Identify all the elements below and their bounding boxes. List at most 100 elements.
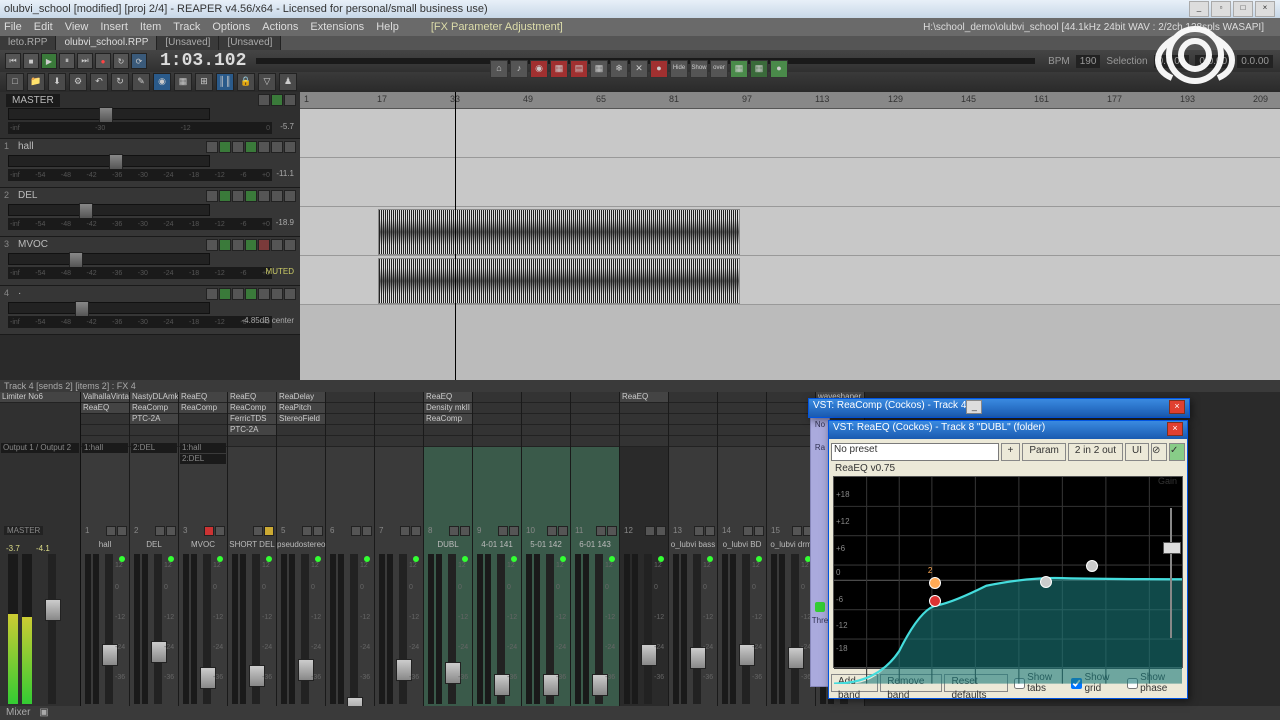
tb2-home-icon[interactable]: ⌂ xyxy=(490,60,508,78)
fx-slot[interactable]: PTC-2A xyxy=(130,414,178,425)
ch-rec-button[interactable] xyxy=(253,526,263,536)
fx-slot-empty[interactable] xyxy=(620,436,668,447)
fx-slot[interactable]: ReaPitch xyxy=(277,403,325,414)
track-name[interactable]: MVOC xyxy=(18,239,48,250)
track-solo-button[interactable] xyxy=(271,190,283,202)
fx-slot-empty[interactable] xyxy=(326,392,374,403)
tcp-track-2[interactable]: 2 DEL -inf-54-48-42-36-30-24-18-12-6+0 -… xyxy=(0,188,300,237)
fx-slot[interactable]: StereoField xyxy=(277,414,325,425)
fx-slot[interactable]: ReaEQ xyxy=(424,392,472,403)
fx-slot[interactable]: ReaEQ xyxy=(620,392,668,403)
track-fx-button[interactable] xyxy=(219,239,231,251)
ch-rec-button[interactable] xyxy=(302,526,312,536)
ch-solo-button[interactable] xyxy=(705,526,715,536)
minimize-button[interactable]: _ xyxy=(1189,1,1209,17)
fx-slot-empty[interactable] xyxy=(571,403,619,414)
ch-rec-button[interactable] xyxy=(547,526,557,536)
ch-solo-button[interactable] xyxy=(215,526,225,536)
fx-slot-empty[interactable] xyxy=(522,425,570,436)
fx-slot-empty[interactable] xyxy=(669,436,717,447)
menu-insert[interactable]: Insert xyxy=(100,21,128,33)
tb1-save-icon[interactable]: ⬇ xyxy=(48,73,66,91)
tb2-snow-icon[interactable]: ❄ xyxy=(610,60,628,78)
eq-display[interactable]: 2 +18+12 +60 -6-12 -18 xyxy=(833,476,1183,668)
fx-slot-empty[interactable] xyxy=(571,436,619,447)
track-mute-button[interactable] xyxy=(258,239,270,251)
fx2-ui-button[interactable]: UI xyxy=(1125,443,1149,461)
fx-slot-empty[interactable] xyxy=(424,425,472,436)
fx-slot[interactable]: NastyDLAmkII xyxy=(130,392,178,403)
track-solo-button[interactable] xyxy=(271,141,283,153)
mixer-ch-5[interactable]: ReaDelayReaPitchStereoField 5 pseudoster… xyxy=(277,392,326,720)
fx-slot-empty[interactable] xyxy=(571,425,619,436)
fx-slot-empty[interactable] xyxy=(326,436,374,447)
ch-rec-button[interactable] xyxy=(106,526,116,536)
fx-slot[interactable]: ReaEQ xyxy=(228,392,276,403)
tab-unsaved2[interactable]: [Unsaved] xyxy=(219,36,281,50)
fx-slot[interactable]: ReaComp xyxy=(424,414,472,425)
timeline-ruler[interactable]: 1173349658197113129145161177193209 xyxy=(300,92,1280,109)
menu-track[interactable]: Track xyxy=(173,21,200,33)
ch-solo-button[interactable] xyxy=(166,526,176,536)
ch-name[interactable]: 5-01 142 xyxy=(522,540,570,549)
track-phase-button[interactable] xyxy=(232,190,244,202)
track-mute-button[interactable] xyxy=(258,141,270,153)
ch-solo-button[interactable] xyxy=(313,526,323,536)
track-fx-button[interactable] xyxy=(219,288,231,300)
tcp-track-4[interactable]: 4 · -inf-54-48-42-36-30-24-18-12-6+0 -4.… xyxy=(0,286,300,335)
fx-slot[interactable]: PTC-2A xyxy=(228,425,276,436)
ch-rec-button[interactable] xyxy=(400,526,410,536)
ch-rec-button[interactable] xyxy=(449,526,459,536)
fx-window-reaeq[interactable]: VST: ReaEQ (Cockos) - Track 8 "DUBL" (fo… xyxy=(828,420,1188,699)
track-env-button[interactable] xyxy=(245,190,257,202)
ch-rec-button[interactable] xyxy=(645,526,655,536)
lane-4[interactable] xyxy=(300,256,1280,305)
ch-fader[interactable] xyxy=(399,554,407,704)
eq-band-4[interactable] xyxy=(1086,560,1098,572)
fx-slot-empty[interactable] xyxy=(375,392,423,403)
lane-2[interactable] xyxy=(300,158,1280,207)
track-recarm-button[interactable] xyxy=(284,190,296,202)
mixer-ch-3[interactable]: ReaEQReaCompFerricTDSPTC-2A SHORT DEL 12… xyxy=(228,392,277,720)
ch-solo-button[interactable] xyxy=(460,526,470,536)
lane-3[interactable] xyxy=(300,207,1280,256)
tcp-track-3[interactable]: 3 MVOC -inf-54-48-42-36-30-24-18-12-6+0 … xyxy=(0,237,300,286)
track-io-button[interactable] xyxy=(206,239,218,251)
eq-band-1[interactable] xyxy=(929,595,941,607)
tb1-env-icon[interactable]: ◉ xyxy=(153,73,171,91)
fx-slot-empty[interactable] xyxy=(326,425,374,436)
fx-slot-empty[interactable] xyxy=(522,392,570,403)
fx-slot-empty[interactable] xyxy=(375,403,423,414)
fx-slot[interactable]: ReaComp xyxy=(130,403,178,414)
ch-solo-button[interactable] xyxy=(411,526,421,536)
track-phase-button[interactable] xyxy=(232,141,244,153)
menu-item[interactable]: Item xyxy=(140,21,161,33)
track-env-button[interactable] xyxy=(245,239,257,251)
ch-solo-button[interactable] xyxy=(509,526,519,536)
fx-slot-empty[interactable] xyxy=(718,425,766,436)
fx-slot-empty[interactable] xyxy=(375,414,423,425)
track-fader[interactable] xyxy=(8,302,210,314)
mixer-ch-3[interactable]: ReaEQReaComp1:hall2:DEL 3 MVOC 120-12-24… xyxy=(179,392,228,720)
mixer-ch-13[interactable]: 13 o_lubvi bass 120-12-24-36 xyxy=(669,392,718,720)
tb2-close-icon[interactable]: ✕ xyxy=(630,60,648,78)
ch-fader[interactable] xyxy=(350,554,358,704)
tb1-marker-icon[interactable]: ▽ xyxy=(258,73,276,91)
ch-solo-button[interactable] xyxy=(362,526,372,536)
menu-extensions[interactable]: Extensions xyxy=(310,21,364,33)
mixer-ch-9[interactable]: 9 4-01 141 120-12-24-36 xyxy=(473,392,522,720)
ch-fader[interactable] xyxy=(203,554,211,704)
fx-slot-empty[interactable] xyxy=(473,403,521,414)
track-name[interactable]: hall xyxy=(18,141,34,152)
fx-slot-empty[interactable] xyxy=(718,403,766,414)
tab-unsaved1[interactable]: [Unsaved] xyxy=(157,36,219,50)
track-env-button[interactable] xyxy=(245,141,257,153)
ch-solo-button[interactable] xyxy=(117,526,127,536)
ch-name[interactable]: 6-01 143 xyxy=(571,540,619,549)
ch-name[interactable]: o_lubvi drm xyxy=(767,540,815,549)
maximize-button[interactable]: □ xyxy=(1233,1,1253,17)
ch-solo-button[interactable] xyxy=(607,526,617,536)
menu-options[interactable]: Options xyxy=(212,21,250,33)
fx2-gain-slider[interactable] xyxy=(1163,508,1179,638)
track-name[interactable]: DEL xyxy=(18,190,37,201)
